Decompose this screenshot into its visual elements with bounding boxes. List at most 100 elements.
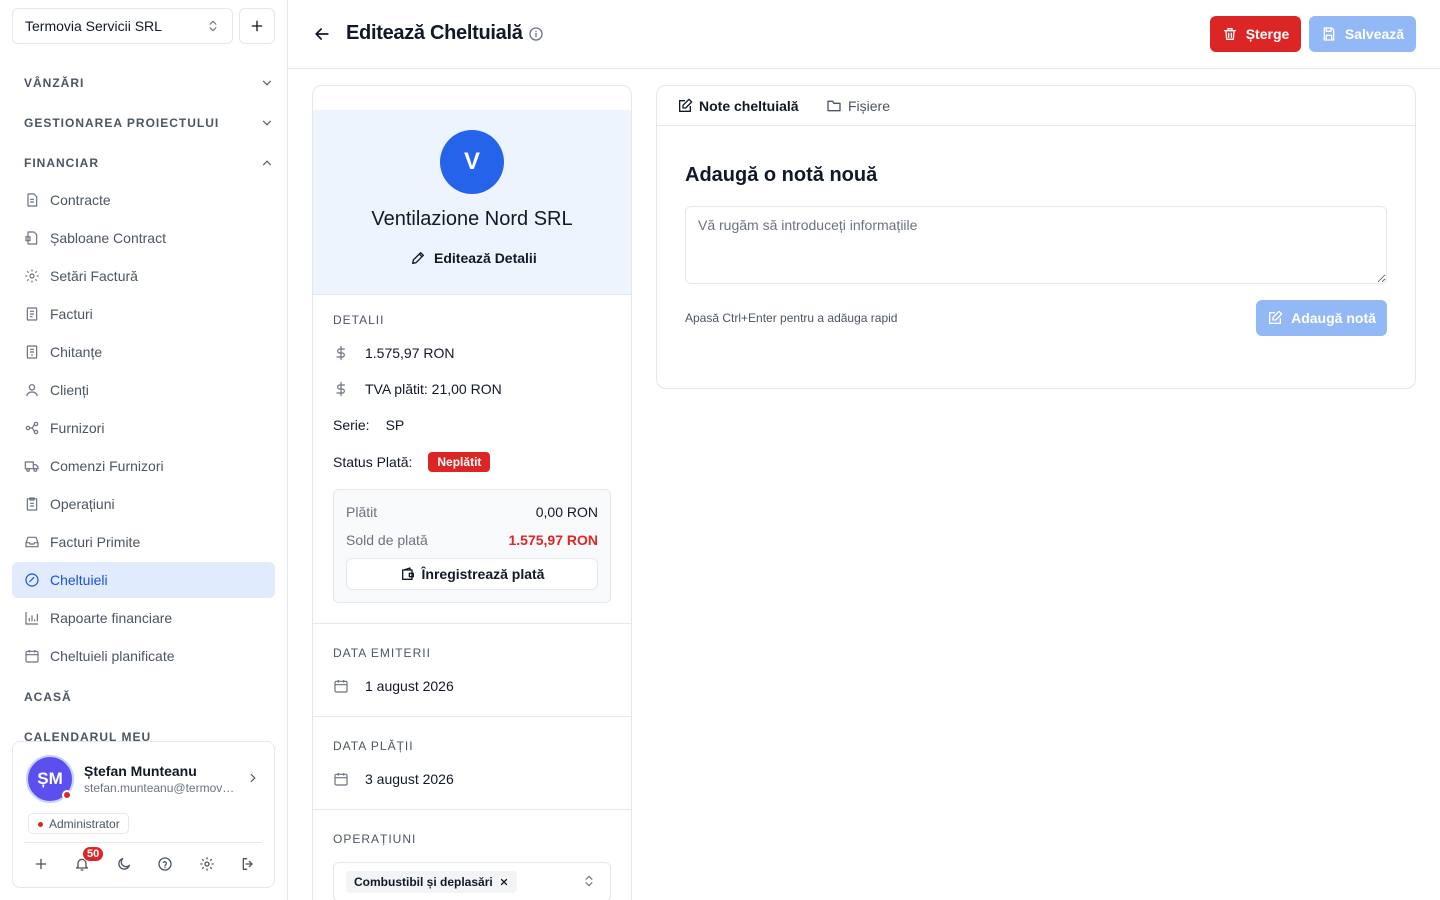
- payment-status-row: Status Plată: Neplătit: [333, 452, 491, 472]
- pencil-icon: [412, 252, 424, 264]
- truck-icon: [24, 461, 39, 472]
- sidebar: Termovia Servicii SRL VÂNZĂRI GESTIONARE…: [0, 0, 288, 900]
- chevron-down-icon: [262, 80, 272, 86]
- trash-icon: [1223, 28, 1236, 40]
- template-icon: [25, 231, 38, 245]
- logout-icon: [242, 858, 253, 870]
- issue-date-value: 1 august 2026: [365, 678, 454, 694]
- payment-summary: Plătit 0,00 RON Sold de plată 1.575,97 R…: [333, 489, 611, 603]
- issue-date-label: DATA EMITERII: [333, 646, 431, 660]
- sidebar-item-contracts[interactable]: Contracte: [12, 182, 275, 218]
- logout-button[interactable]: [236, 852, 260, 876]
- status-badge: Neplătit: [428, 452, 491, 472]
- sidebar-item-receipts[interactable]: Chitanțe: [12, 334, 275, 370]
- network-icon: [25, 421, 39, 435]
- shortcut-hint: Apasă Ctrl+Enter pentru a adăuga rapid: [685, 311, 898, 325]
- new-note-title: Adaugă o notă nouă: [685, 164, 878, 186]
- payment-date-label: DATA PLĂȚII: [333, 739, 414, 753]
- sidebar-item-invoice-settings[interactable]: Setări Factură: [12, 258, 275, 294]
- edit-details-button[interactable]: Editează Detalii: [410, 250, 537, 266]
- invoice-icon: [26, 307, 38, 321]
- help-icon: [158, 857, 172, 871]
- delete-button[interactable]: Șterge: [1210, 16, 1301, 52]
- add-button[interactable]: [29, 852, 53, 876]
- series-value: SP: [385, 417, 405, 433]
- help-button[interactable]: [153, 852, 177, 876]
- app-root: Termovia Servicii SRL VÂNZĂRI GESTIONARE…: [0, 0, 1440, 900]
- paid-value: 0,00 RON: [535, 504, 598, 520]
- vat-row: TVA plătit: 21,00 RON: [333, 381, 502, 397]
- details-label: DETALII: [333, 313, 385, 327]
- sidebar-item-contract-templates[interactable]: Șabloane Contract: [12, 220, 275, 256]
- operations-select[interactable]: Combustibil și deplasări: [333, 862, 611, 900]
- sidebar-item-expenses[interactable]: Cheltuieli: [12, 562, 275, 598]
- vendor-name: Ventilazione Nord SRL: [371, 208, 573, 230]
- section-sales[interactable]: VÂNZĂRI: [24, 73, 274, 93]
- company-select[interactable]: Termovia Servicii SRL: [12, 8, 233, 44]
- issue-date-row: 1 august 2026: [333, 678, 454, 694]
- section-projects[interactable]: GESTIONAREA PROIECTULUI: [24, 113, 274, 133]
- sidebar-item-invoices[interactable]: Facturi: [12, 296, 275, 332]
- page-title: Editează Cheltuială: [346, 22, 523, 44]
- amount-row: 1.575,97 RON: [333, 345, 455, 361]
- company-name: Termovia Servicii SRL: [25, 18, 162, 34]
- theme-toggle-button[interactable]: [112, 852, 136, 876]
- tab-notes[interactable]: Note cheltuială: [677, 98, 799, 114]
- edit-note-icon: [679, 98, 693, 112]
- save-button[interactable]: Salvează: [1309, 16, 1416, 52]
- user-name: Ștefan Munteanu: [84, 763, 197, 779]
- expense-details-panel: V Ventilazione Nord SRL Editează Detalii…: [312, 85, 632, 900]
- gear-icon: [200, 857, 214, 871]
- info-icon[interactable]: [528, 26, 544, 42]
- series-label: Serie:: [333, 417, 370, 433]
- vendor-avatar: V: [440, 130, 504, 194]
- user-icon: [26, 384, 38, 397]
- sidebar-nav: VÂNZĂRI GESTIONAREA PROIECTULUI FINANCIA…: [0, 62, 288, 742]
- record-payment-button[interactable]: Înregistrează plată: [346, 558, 598, 590]
- sidebar-item-suppliers[interactable]: Furnizori: [12, 410, 275, 446]
- inbox-icon: [25, 536, 39, 548]
- chevron-up-icon: [262, 160, 272, 166]
- add-note-button[interactable]: Adaugă notă: [1256, 300, 1387, 336]
- add-company-button[interactable]: [239, 8, 275, 44]
- chevron-down-icon: [262, 120, 272, 126]
- sidebar-item-operations[interactable]: Operațiuni: [12, 486, 275, 522]
- plus-icon: [35, 858, 47, 870]
- dollar-icon: [336, 345, 345, 361]
- balance-value: 1.575,97 RON: [508, 532, 599, 548]
- back-button[interactable]: [312, 24, 332, 44]
- vat-value: TVA plătit: 21,00 RON: [365, 381, 502, 397]
- settings-button[interactable]: [195, 852, 219, 876]
- section-financial[interactable]: FINANCIAR: [24, 153, 274, 173]
- section-calendar[interactable]: CALENDARUL MEU: [24, 727, 274, 742]
- balance-line: Sold de plată 1.575,97 RON: [346, 532, 598, 548]
- operation-chip: Combustibil și deplasări: [346, 871, 517, 893]
- note-textarea[interactable]: [685, 206, 1387, 284]
- chevron-right-icon[interactable]: [246, 771, 260, 785]
- receipt-icon: [26, 345, 38, 359]
- section-home[interactable]: ACASĂ: [24, 687, 274, 707]
- plus-icon: [251, 20, 263, 32]
- sidebar-item-financial-reports[interactable]: Rapoarte financiare: [12, 600, 275, 636]
- calendar-icon: [25, 650, 39, 663]
- divider: [313, 623, 631, 624]
- payment-date-row: 3 august 2026: [333, 771, 454, 787]
- sidebar-item-planned-expenses[interactable]: Cheltuieli planificate: [12, 638, 275, 674]
- user-card[interactable]: ȘM Ștefan Munteanu stefan.munteanu@termo…: [12, 741, 275, 888]
- series-row: Serie: SP: [333, 417, 404, 433]
- clipboard-icon: [26, 497, 38, 511]
- bar-chart-icon: [25, 612, 38, 625]
- tab-files[interactable]: Fișiere: [826, 98, 890, 114]
- user-email: stefan.munteanu@termovia.ro: [84, 781, 236, 795]
- sidebar-item-received-invoices[interactable]: Facturi Primite: [12, 524, 275, 560]
- expense-icon: [25, 573, 39, 587]
- sidebar-item-clients[interactable]: Clienți: [12, 372, 275, 408]
- operations-label: OPERAȚIUNI: [333, 832, 417, 846]
- remove-chip-icon[interactable]: [499, 877, 509, 887]
- calendar-icon: [334, 773, 348, 786]
- role-badge: Administrator: [28, 813, 129, 834]
- divider: [313, 716, 631, 717]
- divider: [313, 809, 631, 810]
- sidebar-item-supplier-orders[interactable]: Comenzi Furnizori: [12, 448, 275, 484]
- divider: [25, 842, 262, 843]
